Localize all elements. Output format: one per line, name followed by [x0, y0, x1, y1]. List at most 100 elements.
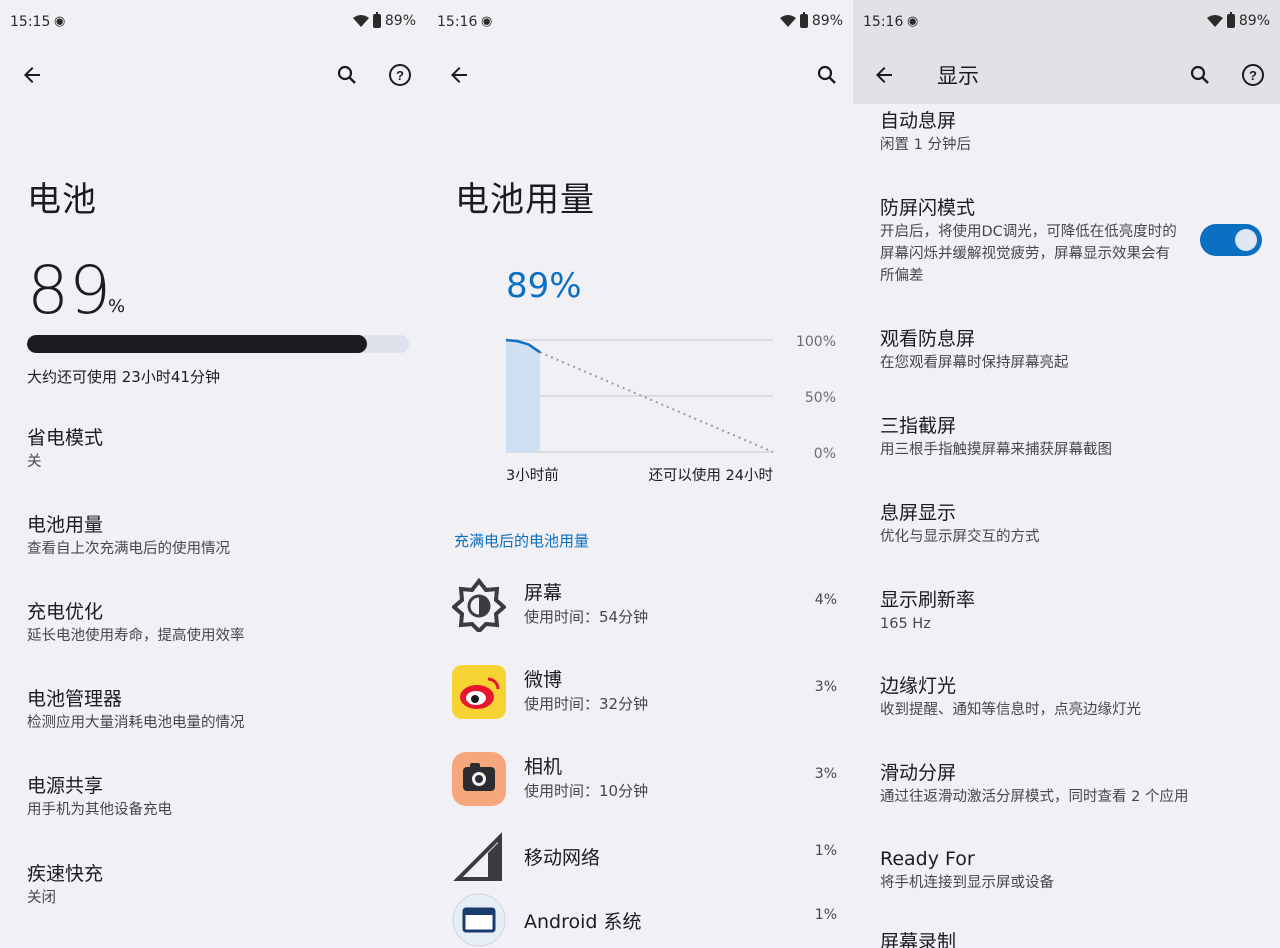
app-usage-row-weibo[interactable]: 微博 使用时间：32分钟 3% [452, 659, 837, 725]
app-usage-row-camera[interactable]: 相机 使用时间：10分钟 3% [452, 746, 837, 812]
app-usage-row-mobile-network[interactable]: 移动网络 1% [452, 823, 837, 889]
search-icon [1190, 65, 1209, 84]
app-percent: 3% [814, 679, 837, 695]
battery-chart: 100% 50% 0% 3小时前 还可以使用 24小时 [505, 334, 836, 484]
app-usage: 使用时间：10分钟 [524, 782, 649, 800]
search-button[interactable] [1186, 61, 1214, 89]
item-title: 自动息屏 [880, 110, 957, 132]
app-name: Android 系统 [524, 911, 642, 933]
anti-flicker-toggle[interactable] [1200, 224, 1262, 256]
back-button[interactable] [445, 61, 473, 89]
ambient-display-item[interactable]: 息屏显示 优化与显示屏交互的方式 [880, 500, 1260, 548]
swipe-split-screen-item[interactable]: 滑动分屏 通过往返滑动激活分屏模式，同时查看 2 个应用 [880, 760, 1260, 808]
battery-unit: % [108, 296, 126, 317]
wifi-icon [352, 15, 369, 27]
battery-projection-line [539, 351, 774, 453]
app-percent: 4% [814, 592, 837, 608]
battery-percent: 89% [506, 266, 582, 306]
x-label-end: 还可以使用 24小时 [648, 467, 773, 484]
item-subtitle: 165 Hz [880, 616, 931, 632]
item-title: 屏幕录制 [880, 931, 957, 948]
app-usage-row-screen[interactable]: 屏幕 使用时间：54分钟 4% [452, 572, 837, 638]
three-finger-screenshot-item[interactable]: 三指截屏 用三根手指触摸屏幕来捕获屏幕截图 [880, 413, 1260, 461]
battery-usage-panel: 15:16 ◉ 89% 电池用量 89% 100% 50% 0% 3小时前 还可… [427, 0, 853, 948]
item-title: 防屏闪模式 [880, 197, 976, 219]
help-icon: ? [1242, 64, 1264, 86]
status-bar: 15:16 ◉ 89% [853, 0, 1280, 44]
item-subtitle: 关闭 [27, 890, 56, 906]
battery-progress-fill [27, 335, 367, 353]
charging-optimization-item[interactable]: 充电优化 延长电池使用寿命，提高使用效率 [27, 599, 406, 647]
help-button[interactable]: ? [1239, 61, 1267, 89]
auto-screen-off-item[interactable]: 自动息屏 闲置 1 分钟后 [880, 108, 1260, 156]
display-panel: 15:16 ◉ 89% 显示 ? 自动息屏 闲置 1 分钟后 防屏闪模式 开启后… [853, 0, 1280, 948]
arrow-back-icon [24, 67, 40, 83]
battery-panel: 15:15 ◉ 89% ? 电池 89 % 大约还可使用 23小时41分钟 省电… [0, 0, 426, 948]
battery-saver-item[interactable]: 省电模式 关 [27, 425, 406, 473]
search-button[interactable] [813, 61, 841, 89]
battery-percent: 89 [27, 252, 111, 329]
item-title: 显示刷新率 [880, 589, 976, 611]
y-tick-100: 100% [796, 334, 836, 350]
item-title: 边缘灯光 [880, 675, 957, 697]
app-usage: 使用时间：54分钟 [524, 608, 649, 626]
help-button[interactable]: ? [386, 61, 414, 89]
search-button[interactable] [333, 61, 361, 89]
app-usage: 使用时间：32分钟 [524, 695, 649, 713]
svg-text:?: ? [1249, 68, 1257, 83]
item-subtitle: 关 [27, 454, 42, 470]
status-battery: 89% [1238, 13, 1270, 29]
ready-for-item[interactable]: Ready For 将手机连接到显示屏或设备 [880, 846, 1260, 894]
screen-recording-item[interactable]: 屏幕录制 [880, 929, 1260, 948]
item-title: 电池管理器 [27, 688, 123, 710]
app-percent: 1% [814, 907, 837, 923]
battery-usage-item[interactable]: 电池用量 查看自上次充满电后的使用情况 [27, 512, 406, 560]
x-label-start: 3小时前 [506, 467, 559, 484]
refresh-rate-item[interactable]: 显示刷新率 165 Hz [880, 587, 1260, 635]
item-subtitle: 开启后，将使用DC调光，可降低在低亮度时的屏幕闪烁并缓解视觉疲劳，屏幕显示效果会… [880, 224, 1177, 284]
turbo-charging-item[interactable]: 疾速快充 关闭 [27, 861, 406, 909]
svg-text:?: ? [396, 68, 404, 83]
wifi-icon [779, 15, 796, 27]
arrow-back-icon [876, 67, 892, 83]
toggle-knob [1235, 229, 1257, 251]
weibo-icon [452, 665, 506, 719]
item-title: 电池用量 [27, 514, 104, 536]
battery-icon [1226, 12, 1235, 28]
power-sharing-item[interactable]: 电源共享 用手机为其他设备充电 [27, 773, 406, 821]
page-title: 电池 [27, 180, 97, 220]
android-system-icon [452, 893, 506, 947]
item-subtitle: 延长电池使用寿命，提高使用效率 [27, 628, 245, 644]
item-subtitle: 通过往返滑动激活分屏模式，同时查看 2 个应用 [880, 789, 1189, 805]
y-tick-0: 0% [814, 446, 836, 462]
status-bar: 15:15 ◉ 89% [0, 0, 426, 44]
item-subtitle: 用三根手指触摸屏幕来捕获屏幕截图 [880, 442, 1112, 458]
app-usage-row-android-system[interactable]: Android 系统 1% [452, 887, 837, 948]
edge-lighting-item[interactable]: 边缘灯光 收到提醒、通知等信息时，点亮边缘灯光 [880, 673, 1260, 721]
app-percent: 3% [814, 766, 837, 782]
back-button[interactable] [18, 61, 46, 89]
item-title: 电源共享 [27, 775, 104, 797]
screen-attention-item[interactable]: 观看防息屏 在您观看屏幕时保持屏幕亮起 [880, 326, 1260, 374]
app-name: 微博 [524, 669, 563, 691]
item-title: 息屏显示 [880, 502, 957, 524]
item-title: Ready For [880, 848, 975, 870]
item-subtitle: 闲置 1 分钟后 [880, 137, 971, 153]
section-title: 充满电后的电池用量 [454, 532, 590, 550]
camera-icon [452, 752, 506, 806]
cell-signal-icon [453, 832, 502, 881]
app-name: 相机 [524, 756, 563, 778]
anti-flicker-item[interactable]: 防屏闪模式 开启后，将使用DC调光，可降低在低亮度时的屏幕闪烁并缓解视觉疲劳，屏… [880, 195, 1180, 287]
search-icon [817, 65, 836, 84]
item-subtitle: 用手机为其他设备充电 [27, 802, 172, 818]
search-icon [337, 65, 356, 84]
battery-icon [799, 12, 808, 28]
y-tick-50: 50% [805, 390, 836, 406]
item-subtitle: 检测应用大量消耗电池电量的情况 [27, 715, 245, 731]
status-battery: 89% [811, 13, 843, 29]
back-button[interactable] [870, 61, 898, 89]
battery-manager-item[interactable]: 电池管理器 检测应用大量消耗电池电量的情况 [27, 686, 406, 734]
help-icon: ? [389, 64, 411, 86]
item-subtitle: 收到提醒、通知等信息时，点亮边缘灯光 [880, 702, 1141, 718]
item-title: 疾速快充 [27, 863, 104, 885]
